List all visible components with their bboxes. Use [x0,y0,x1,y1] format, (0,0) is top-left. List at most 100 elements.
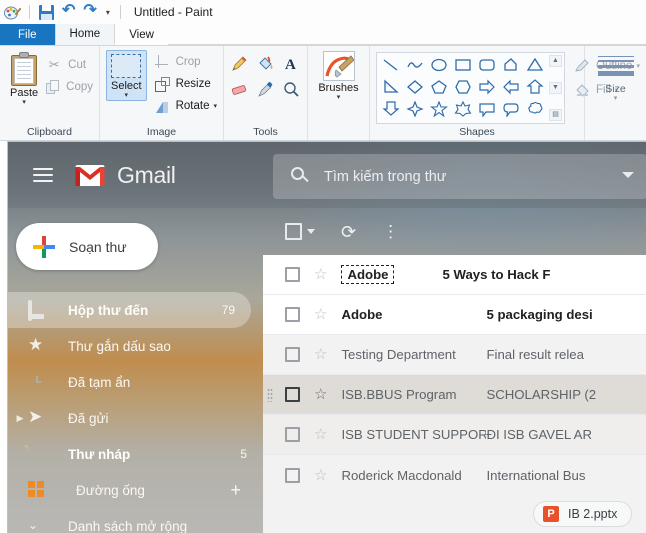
customize-qat-caret-icon[interactable]: ▾ [106,8,110,17]
inbox-count: 79 [222,303,235,317]
shape-rectangle-icon[interactable] [454,57,472,75]
shape-oval-icon[interactable] [430,57,448,75]
search-input[interactable]: Tìm kiếm trong thư [324,169,447,185]
brushes-caret-icon[interactable]: ▾ [337,94,341,101]
shape-pentagon-icon[interactable] [430,79,448,97]
drag-handle[interactable] [267,388,273,402]
star-icon[interactable]: ☆ [314,267,327,282]
shape-rounded-callout-icon[interactable] [502,101,520,119]
shapes-scroll-controls[interactable]: ▲ ▼ ▤ [549,55,562,121]
row-checkbox[interactable] [285,267,300,282]
shapes-expand-icon[interactable]: ▤ [549,109,562,121]
shape-cloud-callout-icon[interactable] [526,101,544,119]
tab-home[interactable]: Home [55,24,116,45]
shape-right-triangle-icon[interactable] [382,79,400,97]
sidebar-item-inbox[interactable]: Hộp thư đến 79 [8,292,251,328]
shape-six-point-star-icon[interactable] [454,101,472,119]
rotate-button[interactable]: Rotate ▾ [155,95,217,117]
tab-view[interactable]: View [115,24,168,45]
paste-button[interactable]: Paste ▾ [6,50,42,106]
shape-up-arrow-icon[interactable] [526,79,544,97]
add-pipeline-icon[interactable]: + [230,483,241,497]
shape-five-point-star-icon[interactable] [430,101,448,119]
resize-button[interactable]: Resize [155,73,217,95]
paint-app-icon[interactable] [4,5,21,22]
compose-button[interactable]: Soạn thư [16,223,158,270]
shapes-scroll-up-icon[interactable]: ▲ [549,55,562,67]
select-caret-icon[interactable]: ▾ [125,92,129,99]
color-picker-icon[interactable] [257,81,274,101]
shape-curve-icon[interactable] [406,57,424,75]
table-row[interactable]: ☆ Adobe 5 Ways to Hack F [263,255,646,295]
attachment-chip[interactable]: P IB 2.pptx [533,501,632,527]
shape-line-icon[interactable] [382,57,400,75]
refresh-icon[interactable]: ⟳ [341,223,356,241]
shape-left-arrow-icon[interactable] [502,79,520,97]
size-button[interactable]: Size ▾ [594,50,638,102]
save-icon[interactable] [39,5,54,20]
sidebar-item-sent[interactable]: ▶ ➤ Đã gửi [8,400,263,436]
row-checkbox[interactable] [285,307,300,322]
shape-rectangular-callout-icon[interactable] [478,101,496,119]
select-all-chevron-down-icon[interactable] [307,229,315,234]
shape-hexagon-icon[interactable] [454,79,472,97]
expand-arrow-icon[interactable]: ▶ [14,413,26,424]
row-checkbox[interactable] [285,468,300,483]
ribbon-group-image: Select ▾ Crop Resize [100,46,224,140]
crop-button[interactable]: Crop [155,51,217,73]
shapes-scroll-down-icon[interactable]: ▼ [549,82,562,94]
search-bar[interactable]: Tìm kiếm trong thư [273,154,646,199]
star-icon[interactable]: ☆ [314,427,327,442]
star-icon[interactable]: ☆ [314,468,327,483]
select-all-checkbox[interactable] [285,223,302,240]
row-sender: Adobe [341,307,486,322]
brushes-button[interactable]: Brushes ▾ [314,50,363,101]
row-checkbox[interactable] [285,387,300,402]
table-row[interactable]: ☆ Adobe 5 packaging desi [263,295,646,335]
shapes-gallery[interactable]: ▲ ▼ ▤ [376,52,565,124]
table-row[interactable]: ☆ Roderick Macdonald International Bus [263,455,646,495]
main-menu-icon[interactable] [33,168,53,182]
star-icon[interactable]: ☆ [314,387,327,402]
rotate-caret-icon[interactable]: ▾ [213,102,217,110]
star-icon[interactable]: ☆ [314,347,327,362]
shape-down-arrow-icon[interactable] [382,101,400,119]
cut-button[interactable]: ✂ Cut [46,54,93,76]
redo-icon[interactable]: ↷ [83,3,96,19]
gmail-logo-icon [75,164,105,187]
sidebar-item-starred[interactable]: ★ Thư gắn dấu sao [8,328,263,364]
star-icon[interactable]: ☆ [314,307,327,322]
shape-triangle-icon[interactable] [526,57,544,75]
select-button[interactable]: Select ▾ [106,50,147,101]
table-row[interactable]: ☆ ISB.BBUS Program SCHOLARSHIP (2 [263,375,646,415]
clipboard-group-label: Clipboard [0,124,99,140]
pencil-icon[interactable] [231,55,248,75]
text-tool-icon[interactable]: A [283,55,300,75]
sidebar-item-drafts[interactable]: Thư nháp 5 [8,436,263,472]
magnifier-icon[interactable] [283,81,300,101]
table-row[interactable]: ☆ ISB STUDENT SUPPORT ĐI ISB GAVEL AR [263,415,646,455]
shape-right-arrow-icon[interactable] [478,79,496,97]
draft-icon [28,444,54,464]
table-row[interactable]: ☆ Testing Department Final result relea [263,335,646,375]
size-caret-icon[interactable]: ▾ [614,95,618,102]
row-checkbox[interactable] [285,347,300,362]
eraser-icon[interactable] [231,81,248,101]
copy-button[interactable]: Copy [46,76,93,98]
shape-polygon-icon[interactable] [502,57,520,75]
row-checkbox[interactable] [285,427,300,442]
shape-rounded-rectangle-icon[interactable] [478,57,496,75]
sidebar-item-snoozed[interactable]: Đã tạm ẩn [8,364,263,400]
sidebar-item-pipeline[interactable]: Đường ống + [8,472,263,508]
window-title: Untitled - Paint [134,5,213,19]
tab-file[interactable]: File [0,24,55,45]
undo-icon[interactable]: ↶ [62,3,75,19]
paste-caret-icon[interactable]: ▾ [22,100,26,106]
search-options-chevron-down-icon[interactable] [622,172,634,178]
shape-four-point-star-icon[interactable] [406,101,424,119]
fill-bucket-icon[interactable] [257,55,274,75]
sidebar-item-label: Thư nháp [68,447,130,462]
sidebar-item-more[interactable]: ⌄ Danh sách mở rộng [8,508,263,533]
more-options-icon[interactable]: ⋮ [382,224,399,240]
shape-diamond-icon[interactable] [406,79,424,97]
